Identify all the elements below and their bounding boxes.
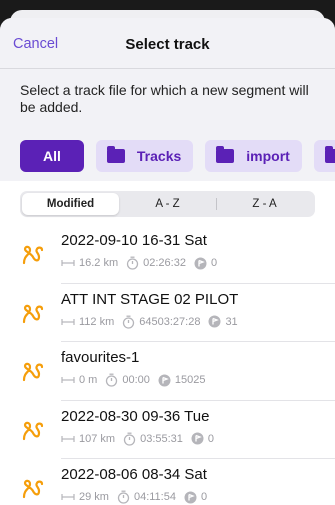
track-points: 0	[207, 432, 215, 445]
track-distance: 16.2 km	[79, 257, 119, 269]
stopwatch-icon	[123, 432, 136, 446]
track-distance: 112 km	[79, 315, 115, 328]
waypoint-icon	[194, 257, 207, 270]
folder-filter-chips: All Tracks import	[0, 135, 335, 177]
route-icon	[22, 362, 44, 382]
route-icon	[22, 421, 44, 440]
track-row[interactable]: favourites-1 0 m 00:00 15025	[0, 342, 335, 401]
track-name: 2022-08-30 09-36 Tue	[61, 407, 210, 425]
chip-all-label: All	[43, 148, 61, 164]
track-duration: 00:00	[122, 374, 150, 386]
track-points: 31	[225, 315, 238, 328]
nav-bar: Cancel Select track	[0, 18, 335, 68]
track-points: 0	[210, 257, 218, 269]
distance-icon	[61, 435, 75, 443]
stopwatch-icon	[122, 315, 135, 329]
folder-icon	[324, 146, 335, 163]
folder-icon	[216, 146, 235, 163]
page-title: Select track	[125, 36, 210, 53]
chip-tracks[interactable]: Tracks	[95, 140, 194, 172]
track-name: ATT INT STAGE 02 PILOT	[61, 290, 239, 308]
route-icon	[22, 479, 44, 499]
route-icon	[22, 245, 44, 265]
track-name: 2022-08-06 08-34 Sat	[61, 466, 207, 483]
distance-icon	[61, 318, 75, 326]
waypoint-icon	[191, 432, 204, 445]
track-meta: 112 km 64503:27:28 31	[61, 315, 238, 329]
sort-modified-segment[interactable]: Modified	[22, 193, 119, 215]
track-distance: 107 km	[79, 432, 116, 445]
track-meta: 0 m 00:00 15025	[61, 373, 205, 387]
sort-a-z-segment[interactable]: A - Z	[119, 193, 216, 215]
track-duration: 64503:27:28	[139, 315, 201, 328]
distance-icon	[61, 493, 75, 501]
chip-import[interactable]: import	[205, 140, 302, 172]
track-meta: 16.2 km 02:26:32 0	[61, 256, 217, 270]
waypoint-icon	[158, 374, 171, 387]
stopwatch-icon	[117, 490, 130, 504]
track-meta: 29 km 04:11:54 0	[61, 490, 207, 504]
stopwatch-icon	[105, 373, 118, 387]
distance-icon	[61, 259, 75, 267]
chip-all[interactable]: All	[20, 140, 84, 172]
sort-z-a-segment[interactable]: Z - A	[216, 193, 313, 215]
sort-segmented-control: Modified A - Z Z - A	[20, 191, 315, 217]
track-row[interactable]: 2022-08-06 08-34 Sat 29 km 04:11:54 0	[0, 459, 335, 505]
track-duration: 03:55:31	[140, 432, 183, 445]
track-row[interactable]: ATT INT STAGE 02 PILOT 112 km 64503:27:2…	[0, 284, 335, 343]
chip-import-label: import	[246, 148, 290, 164]
track-duration: 02:26:32	[143, 257, 186, 269]
track-distance: 29 km	[79, 491, 109, 503]
route-icon	[22, 304, 44, 323]
description-text: Select a track file for which a new segm…	[20, 82, 309, 115]
track-row[interactable]: 2022-08-30 09-36 Tue 107 km 03:55:31 0	[0, 401, 335, 460]
track-row[interactable]: 2022-09-10 16-31 Sat 16.2 km 02:26:32 0	[0, 225, 335, 284]
track-duration: 04:11:54	[133, 491, 176, 503]
waypoint-icon	[184, 491, 197, 504]
distance-icon	[61, 376, 75, 384]
track-points: 0	[200, 491, 208, 503]
track-name: 2022-09-10 16-31 Sat	[61, 232, 207, 249]
select-track-sheet: Cancel Select track Select a track file …	[0, 18, 335, 505]
chip-folder-partial[interactable]	[313, 140, 335, 172]
track-name: favourites-1	[61, 349, 140, 366]
top-area: Cancel Select track Select a track file …	[0, 18, 335, 181]
chip-tracks-label: Tracks	[136, 148, 182, 164]
folder-icon	[106, 146, 125, 163]
track-distance: 0 m	[79, 374, 98, 386]
track-meta: 107 km 03:55:31 0	[61, 432, 214, 446]
track-points: 15025	[174, 374, 206, 386]
waypoint-icon	[208, 315, 221, 328]
track-list: 2022-09-10 16-31 Sat 16.2 km 02:26:32 0 …	[0, 225, 335, 505]
stopwatch-icon	[126, 256, 139, 270]
